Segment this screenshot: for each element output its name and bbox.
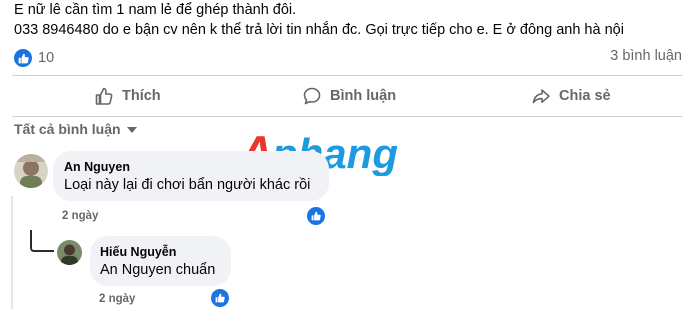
comment-count[interactable]: 3 bình luận bbox=[610, 48, 682, 64]
reply-timestamp[interactable]: 2 ngày bbox=[99, 293, 135, 305]
post-line-2: 033 8946480 do e bận cv nên k thể trả lờ… bbox=[14, 22, 624, 38]
caret-down-icon bbox=[126, 127, 137, 133]
comment-icon bbox=[302, 86, 322, 106]
comment-like-reaction[interactable] bbox=[307, 207, 325, 225]
comment-bubble: An Nguyen Loại này lại đi chơi bẩn người… bbox=[53, 151, 329, 201]
avatar[interactable] bbox=[57, 240, 82, 265]
like-button[interactable]: Thích bbox=[94, 80, 161, 112]
reply-like-reaction[interactable] bbox=[211, 289, 229, 307]
comment-text: Loại này lại đi chơi bẩn người khác rồi bbox=[64, 177, 311, 193]
like-reaction-icon bbox=[14, 49, 32, 67]
share-button-label: Chia sẻ bbox=[559, 88, 611, 104]
reply-text: An Nguyen chuẩn bbox=[100, 262, 216, 278]
post-line-1: E nữ lê cần tìm 1 nam lẻ để ghép thành đ… bbox=[14, 2, 297, 18]
post-text: E nữ lê cần tìm 1 nam lẻ để ghép thành đ… bbox=[14, 0, 624, 40]
comment-filter-dropdown[interactable]: Tất cả bình luận bbox=[14, 121, 137, 137]
reply-thread-line bbox=[30, 230, 54, 252]
like-button-label: Thích bbox=[122, 88, 161, 104]
share-button[interactable]: Chia sẻ bbox=[531, 80, 611, 112]
divider bbox=[12, 116, 682, 117]
reply-author[interactable]: Hiếu Nguyễn bbox=[100, 245, 176, 259]
like-count: 10 bbox=[38, 50, 55, 66]
share-icon bbox=[531, 86, 551, 106]
reaction-summary[interactable]: 10 bbox=[14, 47, 54, 69]
divider bbox=[12, 75, 682, 76]
comment-timestamp[interactable]: 2 ngày bbox=[62, 210, 98, 222]
thread-guide bbox=[11, 196, 13, 309]
thumbs-up-icon bbox=[94, 86, 114, 106]
reply-bubble: Hiếu Nguyễn An Nguyen chuẩn bbox=[90, 236, 231, 286]
comment-author[interactable]: An Nguyen bbox=[64, 160, 130, 174]
comment-button[interactable]: Bình luận bbox=[302, 80, 396, 112]
avatar[interactable] bbox=[14, 154, 48, 188]
comment-button-label: Bình luận bbox=[330, 88, 397, 104]
comment-filter-label: Tất cả bình luận bbox=[14, 121, 121, 137]
